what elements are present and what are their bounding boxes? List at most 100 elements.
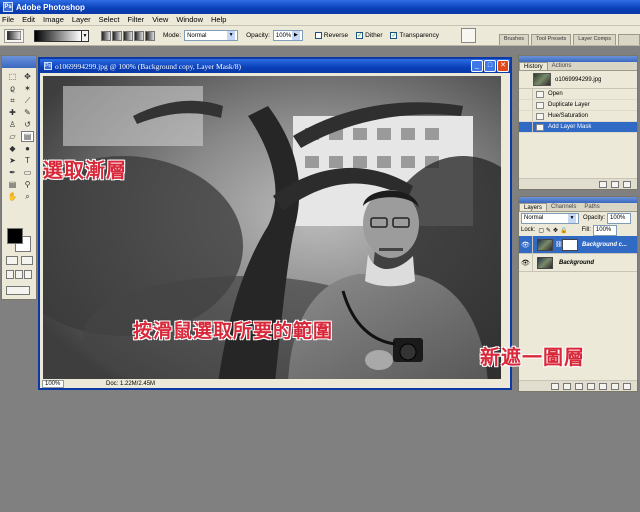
quick-mask-mode-button[interactable] bbox=[21, 256, 33, 265]
minimize-button[interactable]: _ bbox=[471, 60, 483, 72]
add-mask-icon[interactable] bbox=[575, 382, 583, 390]
mode-select[interactable]: Normal ▼ bbox=[184, 30, 239, 41]
history-step-label: Hue/Saturation bbox=[548, 113, 589, 119]
toolbox-grip[interactable] bbox=[2, 56, 36, 68]
layer-style-icon[interactable] bbox=[563, 382, 571, 390]
transparency-checkbox[interactable]: ✓ Transparency bbox=[390, 32, 439, 39]
jump-to-imageready-button[interactable] bbox=[6, 286, 30, 295]
menu-layer[interactable]: Layer bbox=[72, 15, 91, 24]
lock-all-icon[interactable]: 🔒 bbox=[560, 227, 567, 234]
lock-transparent-icon[interactable]: ▢ bbox=[538, 227, 544, 234]
eraser-tool-icon[interactable]: ▱ bbox=[6, 131, 19, 142]
new-layer-icon[interactable] bbox=[611, 382, 619, 390]
standard-screen-button[interactable] bbox=[6, 270, 14, 279]
delete-layer-icon[interactable] bbox=[623, 382, 631, 390]
menu-select[interactable]: Select bbox=[99, 15, 120, 24]
reflected-gradient-button[interactable] bbox=[134, 30, 144, 41]
layer-row-background[interactable]: 👁 Background bbox=[519, 254, 637, 272]
history-step[interactable]: Open bbox=[519, 89, 637, 100]
image-canvas[interactable]: 選取漸層 按滑鼠選取所要的範圍 bbox=[43, 76, 503, 383]
history-snapshot[interactable]: o1069994299.jpg bbox=[519, 71, 637, 89]
reverse-checkbox[interactable]: Reverse bbox=[314, 32, 348, 39]
standard-mode-button[interactable] bbox=[6, 256, 18, 265]
zoom-level-field[interactable]: 100% bbox=[42, 379, 64, 388]
move-tool-icon[interactable]: ✥ bbox=[21, 71, 34, 82]
quick-mask-buttons bbox=[6, 256, 33, 265]
menu-view[interactable]: View bbox=[152, 15, 168, 24]
tab-channels[interactable]: Channels bbox=[547, 203, 580, 211]
dither-checkbox[interactable]: ✓ Dither bbox=[356, 32, 382, 39]
lock-position-icon[interactable]: ✥ bbox=[553, 227, 558, 234]
radial-gradient-button[interactable] bbox=[112, 30, 122, 41]
maximize-button[interactable]: □ bbox=[484, 60, 496, 72]
eyedropper-tool-icon[interactable]: ⚲ bbox=[21, 179, 34, 190]
full-screen-button[interactable] bbox=[24, 270, 32, 279]
well-tab-tool-presets[interactable]: Tool Presets bbox=[531, 34, 572, 45]
document-title-bar[interactable]: Ps o1069994299.jpg @ 100% (Background co… bbox=[40, 59, 510, 73]
layer-mask-thumbnail[interactable] bbox=[562, 238, 578, 251]
notes-tool-icon[interactable]: ▤ bbox=[6, 179, 19, 190]
layer-row-background-copy[interactable]: 👁 ⛓ Background c... bbox=[519, 236, 637, 254]
path-selection-tool-icon[interactable]: ➤ bbox=[6, 155, 19, 166]
tool-preset-picker[interactable] bbox=[4, 28, 24, 43]
menu-file[interactable]: File bbox=[2, 15, 14, 24]
type-tool-icon[interactable]: T bbox=[21, 155, 34, 166]
delete-state-icon[interactable] bbox=[623, 180, 631, 188]
gradient-picker-dropdown[interactable]: ▼ bbox=[82, 29, 89, 42]
blend-mode-select[interactable]: Normal ▼ bbox=[521, 212, 579, 224]
new-document-from-state-icon[interactable] bbox=[599, 180, 607, 188]
visibility-eye-icon[interactable]: 👁 bbox=[519, 236, 533, 253]
palette-well-toggle-icon[interactable] bbox=[461, 28, 476, 43]
slice-tool-icon[interactable]: ⟋ bbox=[21, 95, 34, 106]
new-snapshot-icon[interactable] bbox=[611, 180, 619, 188]
tab-history[interactable]: History bbox=[519, 62, 548, 70]
history-brush-tool-icon[interactable]: ↺ bbox=[21, 119, 34, 130]
lasso-tool-icon[interactable]: ϱ bbox=[6, 83, 19, 94]
history-step-active[interactable]: Add Layer Mask bbox=[519, 122, 637, 133]
history-step[interactable]: Hue/Saturation bbox=[519, 111, 637, 122]
dodge-tool-icon[interactable]: ● bbox=[21, 143, 34, 154]
hand-tool-icon[interactable]: ✋ bbox=[6, 191, 19, 202]
gradient-editor-swatch[interactable] bbox=[34, 29, 82, 42]
opacity-input[interactable]: 100% ▶ bbox=[272, 30, 303, 41]
linear-gradient-button[interactable] bbox=[101, 30, 111, 41]
menu-help[interactable]: Help bbox=[211, 15, 226, 24]
close-button[interactable]: ✕ bbox=[497, 60, 509, 72]
marquee-tool-icon[interactable]: ⬚ bbox=[6, 71, 19, 82]
annotation-drag-to-select: 按滑鼠選取所要的範圍 bbox=[133, 320, 334, 342]
vertical-scrollbar[interactable] bbox=[501, 76, 508, 383]
layer-opacity-input[interactable]: 100% bbox=[607, 212, 632, 224]
link-layers-icon[interactable] bbox=[551, 382, 559, 390]
foreground-color-swatch[interactable] bbox=[7, 228, 23, 244]
menu-window[interactable]: Window bbox=[176, 15, 203, 24]
healing-brush-tool-icon[interactable]: ✚ bbox=[6, 107, 19, 118]
magic-wand-tool-icon[interactable]: ✶ bbox=[21, 83, 34, 94]
zoom-tool-icon[interactable]: ⌕ bbox=[21, 191, 34, 202]
adjustment-layer-icon[interactable] bbox=[587, 382, 595, 390]
diamond-gradient-button[interactable] bbox=[145, 30, 155, 41]
brush-tool-icon[interactable]: ✎ bbox=[21, 107, 34, 118]
blur-tool-icon[interactable]: ◆ bbox=[6, 143, 19, 154]
shape-tool-icon[interactable]: ▭ bbox=[21, 167, 34, 178]
well-tab-layer-comps[interactable]: Layer Comps bbox=[573, 34, 616, 45]
pen-tool-icon[interactable]: ✒ bbox=[6, 167, 19, 178]
well-tab-brushes[interactable]: Brushes bbox=[498, 34, 530, 45]
crop-tool-icon[interactable]: ⌗ bbox=[6, 95, 19, 106]
lock-image-icon[interactable]: ✎ bbox=[546, 227, 551, 234]
angle-gradient-button[interactable] bbox=[123, 30, 133, 41]
visibility-eye-icon[interactable]: 👁 bbox=[519, 254, 533, 271]
full-screen-menu-button[interactable] bbox=[15, 270, 23, 279]
menu-filter[interactable]: Filter bbox=[128, 15, 145, 24]
tab-actions[interactable]: Actions bbox=[548, 62, 576, 70]
tab-layers[interactable]: Layers bbox=[519, 203, 548, 211]
link-chain-icon[interactable]: ⛓ bbox=[555, 241, 563, 248]
imageready-icon bbox=[6, 286, 30, 295]
fill-input[interactable]: 100% bbox=[592, 224, 617, 236]
history-step[interactable]: Duplicate Layer bbox=[519, 100, 637, 111]
new-group-icon[interactable] bbox=[599, 382, 607, 390]
clone-stamp-tool-icon[interactable]: ♙ bbox=[6, 119, 19, 130]
menu-edit[interactable]: Edit bbox=[22, 15, 35, 24]
menu-image[interactable]: Image bbox=[43, 15, 64, 24]
tab-paths[interactable]: Paths bbox=[580, 203, 603, 211]
gradient-tool-icon[interactable]: ▤ bbox=[21, 131, 34, 142]
